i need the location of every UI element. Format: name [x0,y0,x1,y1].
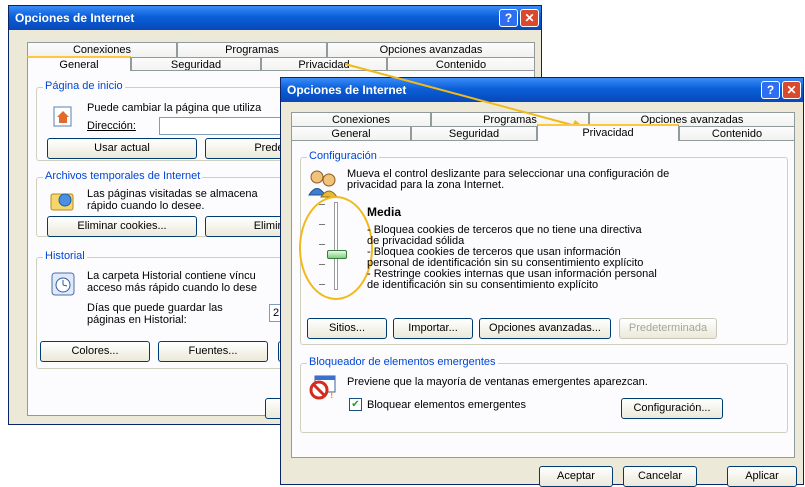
history-icon [51,272,75,296]
privacy-users-icon [308,170,338,198]
sites-button[interactable]: Sitios... [307,318,387,339]
popup-blocker-checkbox-label[interactable]: Bloquear elementos emergentes [367,399,526,411]
homepage-group-label: Página de inicio [43,80,125,92]
privacy-level-line-6: de identificación sin su consentimiento … [367,279,599,291]
history-group-label: Historial [43,250,87,262]
import-button[interactable]: Importar... [393,318,473,339]
popup-blocker-group: Bloqueador de elementos emergentes ! Pre… [300,356,788,433]
history-days-label-2: páginas en Historial: [87,314,187,326]
address-label: Dirección: [87,120,136,132]
tab-privacidad[interactable]: Privacidad [537,124,679,141]
tab-general[interactable]: General [291,126,411,141]
tab-conexiones[interactable]: Conexiones [291,112,431,127]
back-window-title: Opciones de Internet [15,11,135,25]
accept-button[interactable]: Aceptar [539,466,613,487]
back-titlebar[interactable]: Opciones de Internet [9,6,541,30]
history-description-2: acceso más rápido cuando lo dese [87,282,257,294]
temp-files-description-1: Las páginas visitadas se almacena [87,188,258,200]
privacy-titlebar[interactable]: Opciones de Internet [281,78,803,102]
privacy-config-group-label: Configuración [307,150,379,162]
colors-button[interactable]: Colores... [40,341,150,362]
popup-blocker-description: Previene que la mayoría de ventanas emer… [347,376,648,388]
privacy-help-icon[interactable]: ? [761,81,780,99]
slider-highlight-ellipse [299,196,373,300]
back-tab-opciones-avanzadas[interactable]: Opciones avanzadas [327,42,535,57]
temp-files-description-2: rápido cuando lo desee. [87,200,205,212]
privacy-window-title: Opciones de Internet [287,83,407,97]
back-tab-general[interactable]: General [27,56,131,71]
apply-button[interactable]: Aplicar [727,466,797,487]
temp-files-group-label: Archivos temporales de Internet [43,170,203,182]
privacy-close-icon[interactable]: ✕ [782,81,801,99]
history-description-1: La carpeta Historial contiene víncu [87,270,256,282]
popup-blocker-group-label: Bloqueador de elementos emergentes [307,356,498,368]
tab-contenido[interactable]: Contenido [679,126,795,141]
privacy-intro-2: privacidad para la zona Internet. [347,179,505,191]
tab-seguridad[interactable]: Seguridad [411,126,537,141]
advanced-button[interactable]: Opciones avanzadas... [479,318,611,339]
temp-files-icon [50,193,74,211]
homepage-description: Puede cambiar la página que utiliza [87,102,262,114]
home-page-icon [53,106,72,127]
privacy-level-title: Media [367,205,402,219]
popup-settings-button[interactable]: Configuración... [621,398,723,419]
privacy-dialog: Opciones de Internet ? ✕ Conexiones Prog… [280,77,804,487]
default-privacy-button: Predeterminada [619,318,717,339]
delete-cookies-button[interactable]: Eliminar cookies... [47,216,197,237]
back-help-icon[interactable]: ? [499,9,518,27]
history-days-value: 2 [273,307,280,319]
privacy-tab-panel: Configuración Mueva el control deslizant… [291,140,795,458]
use-current-button[interactable]: Usar actual [47,138,197,159]
back-tab-programas[interactable]: Programas [177,42,327,57]
history-days-label-1: Días que puede guardar las [87,302,223,314]
fonts-button[interactable]: Fuentes... [158,341,268,362]
back-close-icon[interactable]: ✕ [520,9,539,27]
back-tab-conexiones[interactable]: Conexiones [27,42,177,57]
svg-text:!: ! [330,390,333,400]
popup-blocker-icon: ! [309,375,336,400]
cancel-button[interactable]: Cancelar [623,466,697,487]
popup-blocker-checkbox[interactable]: ✔ [349,398,362,411]
privacy-config-group: Configuración Mueva el control deslizant… [299,150,788,345]
